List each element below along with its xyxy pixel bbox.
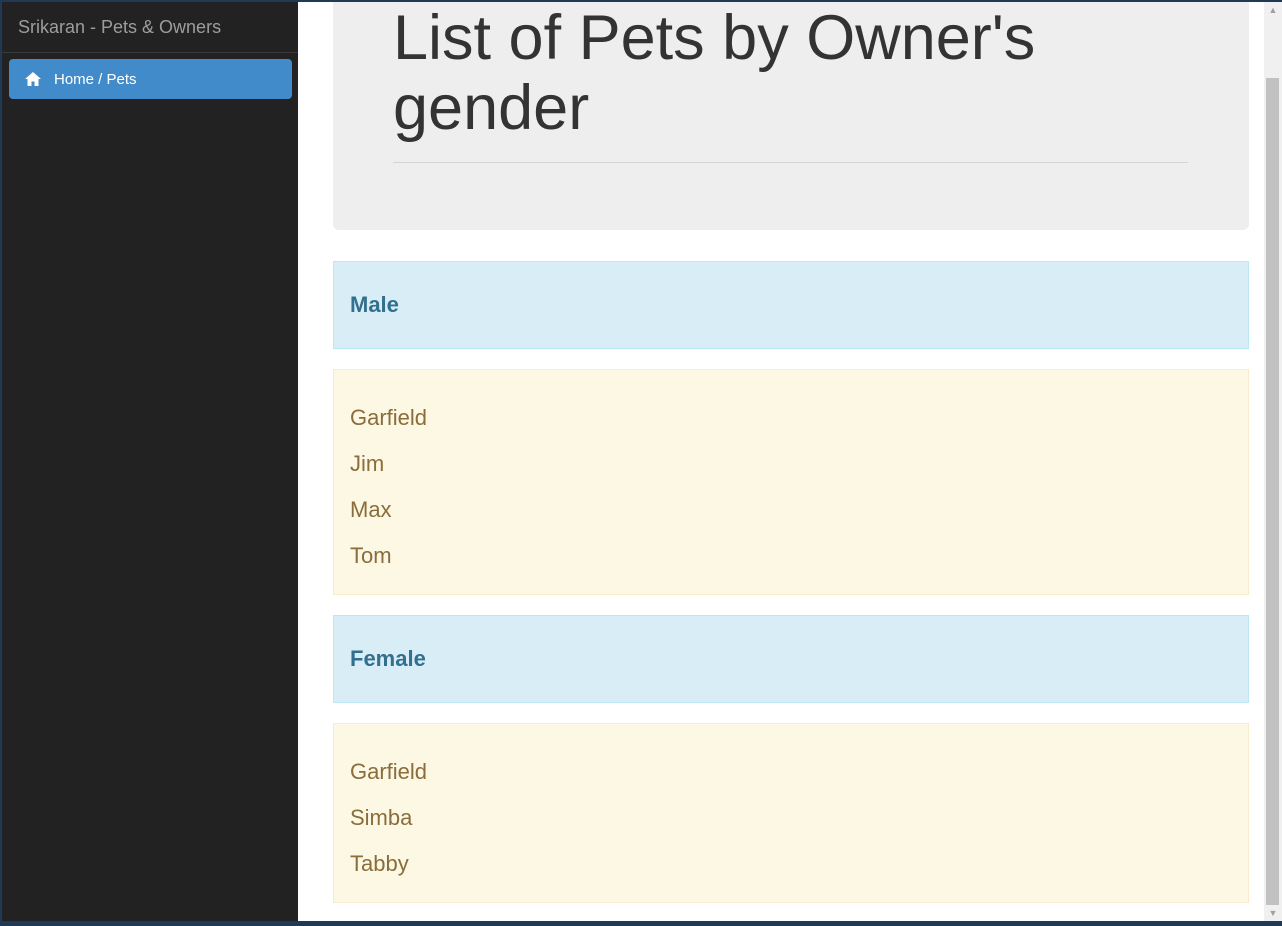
- brand-title[interactable]: Srikaran - Pets & Owners: [2, 2, 298, 53]
- browser-window: Srikaran - Pets & Owners Home / Pets Lis…: [2, 2, 1282, 921]
- pet-list: Garfield Jim Max Tom: [333, 369, 1249, 595]
- group-male: Male: [333, 261, 1249, 349]
- vertical-scrollbar[interactable]: ▲ ▼: [1264, 2, 1282, 921]
- sidebar-item-home-pets[interactable]: Home / Pets: [9, 59, 292, 99]
- page-header: List of Pets by Owner's gender: [333, 2, 1249, 230]
- group-female: Female: [333, 615, 1249, 703]
- pet-list-male: Garfield Jim Max Tom: [333, 369, 1249, 595]
- title-divider: [393, 162, 1188, 163]
- home-icon: [24, 70, 42, 88]
- list-item: Jim: [350, 451, 385, 476]
- main-content: List of Pets by Owner's gender Male Garf…: [298, 2, 1264, 921]
- list-item: Simba: [350, 805, 413, 830]
- group-heading-female: Female: [333, 615, 1249, 703]
- list-item: Garfield: [350, 759, 428, 784]
- list-item: Tom: [350, 543, 392, 568]
- page-title: List of Pets by Owner's gender: [393, 3, 1036, 143]
- pet-list-female: Garfield Simba Tabby: [333, 723, 1249, 903]
- sidebar: Srikaran - Pets & Owners Home / Pets: [2, 2, 298, 921]
- scroll-up-arrow-icon[interactable]: ▲: [1264, 2, 1282, 18]
- sidebar-item-label: Home / Pets: [54, 70, 137, 88]
- group-heading-male: Male: [333, 261, 1249, 349]
- scroll-thumb[interactable]: [1266, 78, 1279, 905]
- window-bottom-edge: [0, 921, 1282, 926]
- list-item: Garfield: [350, 405, 428, 430]
- list-item: Tabby: [350, 851, 409, 876]
- scroll-down-arrow-icon[interactable]: ▼: [1264, 905, 1282, 921]
- list-item: Max: [350, 497, 392, 522]
- pet-list: Garfield Simba Tabby: [333, 723, 1249, 903]
